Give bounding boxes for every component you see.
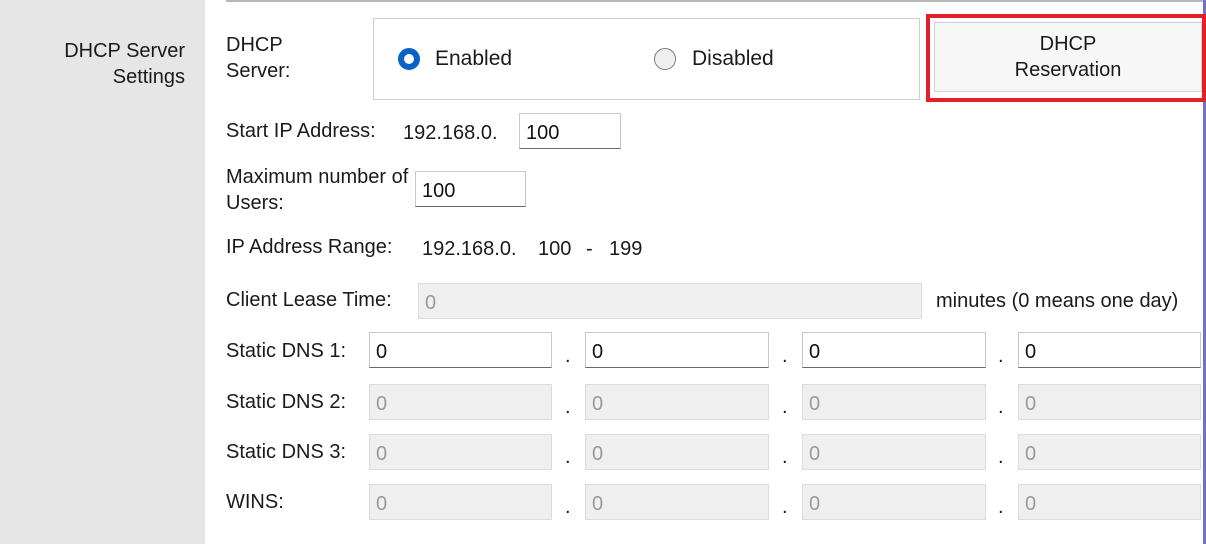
section-title: DHCP Server Settings xyxy=(64,40,185,88)
static-dns-2-octet-2[interactable] xyxy=(585,384,769,420)
dot-separator: . xyxy=(782,345,788,367)
dot-separator: . xyxy=(998,446,1004,468)
ip-range-start: 100 xyxy=(538,238,572,260)
dhcp-reservation-button-line1: DHCP xyxy=(1039,33,1097,55)
client-lease-input[interactable] xyxy=(418,283,922,319)
max-users-label: Maximum number of Users: xyxy=(226,166,409,214)
static-dns-3-octet-3[interactable] xyxy=(802,434,986,470)
enabled-radio-label[interactable]: Enabled xyxy=(435,46,512,72)
start-ip-label: Start IP Address: xyxy=(226,120,376,142)
dot-separator: . xyxy=(998,496,1004,518)
client-lease-suffix: minutes (0 means one day) xyxy=(936,290,1179,312)
dot-separator: . xyxy=(565,396,571,418)
max-users-input[interactable] xyxy=(415,171,526,207)
start-ip-input[interactable] xyxy=(519,113,621,149)
static-dns-3-octet-2[interactable] xyxy=(585,434,769,470)
static-dns-2-label: Static DNS 2: xyxy=(226,391,347,413)
wins-octet-4[interactable] xyxy=(1018,484,1201,520)
client-lease-label: Client Lease Time: xyxy=(226,289,392,311)
static-dns-1-label: Static DNS 1: xyxy=(226,340,347,362)
disabled-radio[interactable] xyxy=(654,48,676,70)
dhcp-server-label: DHCP Server: xyxy=(226,34,291,82)
dot-separator: . xyxy=(565,496,571,518)
ip-range-prefix: 192.168.0. xyxy=(422,238,517,260)
ip-range-label: IP Address Range: xyxy=(226,236,393,258)
dhcp-server-radio-group: Enabled Disabled xyxy=(373,18,920,100)
enabled-radio[interactable] xyxy=(398,48,420,70)
static-dns-1-octet-3[interactable] xyxy=(802,332,986,368)
static-dns-3-octet-1[interactable] xyxy=(369,434,552,470)
sidebar: DHCP Server Settings xyxy=(0,0,205,544)
static-dns-3-label: Static DNS 3: xyxy=(226,441,347,463)
dot-separator: . xyxy=(782,496,788,518)
static-dns-3-octet-4[interactable] xyxy=(1018,434,1201,470)
static-dns-2-octet-3[interactable] xyxy=(802,384,986,420)
dhcp-reservation-button-line2: Reservation xyxy=(1014,59,1122,81)
wins-label: WINS: xyxy=(226,491,284,513)
wins-octet-3[interactable] xyxy=(802,484,986,520)
dhcp-reservation-button[interactable]: DHCP Reservation xyxy=(934,22,1202,92)
wins-octet-2[interactable] xyxy=(585,484,769,520)
wins-octet-1[interactable] xyxy=(369,484,552,520)
dot-separator: . xyxy=(782,446,788,468)
static-dns-1-octet-2[interactable] xyxy=(585,332,769,368)
static-dns-1-octet-4[interactable] xyxy=(1018,332,1201,368)
ip-range-end: 199 xyxy=(609,238,643,260)
dot-separator: . xyxy=(998,345,1004,367)
dot-separator: . xyxy=(998,396,1004,418)
static-dns-2-octet-4[interactable] xyxy=(1018,384,1201,420)
dot-separator: . xyxy=(565,345,571,367)
disabled-radio-label[interactable]: Disabled xyxy=(692,46,774,72)
dot-separator: . xyxy=(565,446,571,468)
static-dns-1-octet-1[interactable] xyxy=(369,332,552,368)
ip-range-separator: - xyxy=(586,238,593,260)
static-dns-2-octet-1[interactable] xyxy=(369,384,552,420)
dot-separator: . xyxy=(782,396,788,418)
start-ip-prefix: 192.168.0. xyxy=(403,122,498,144)
top-divider xyxy=(226,0,1206,2)
